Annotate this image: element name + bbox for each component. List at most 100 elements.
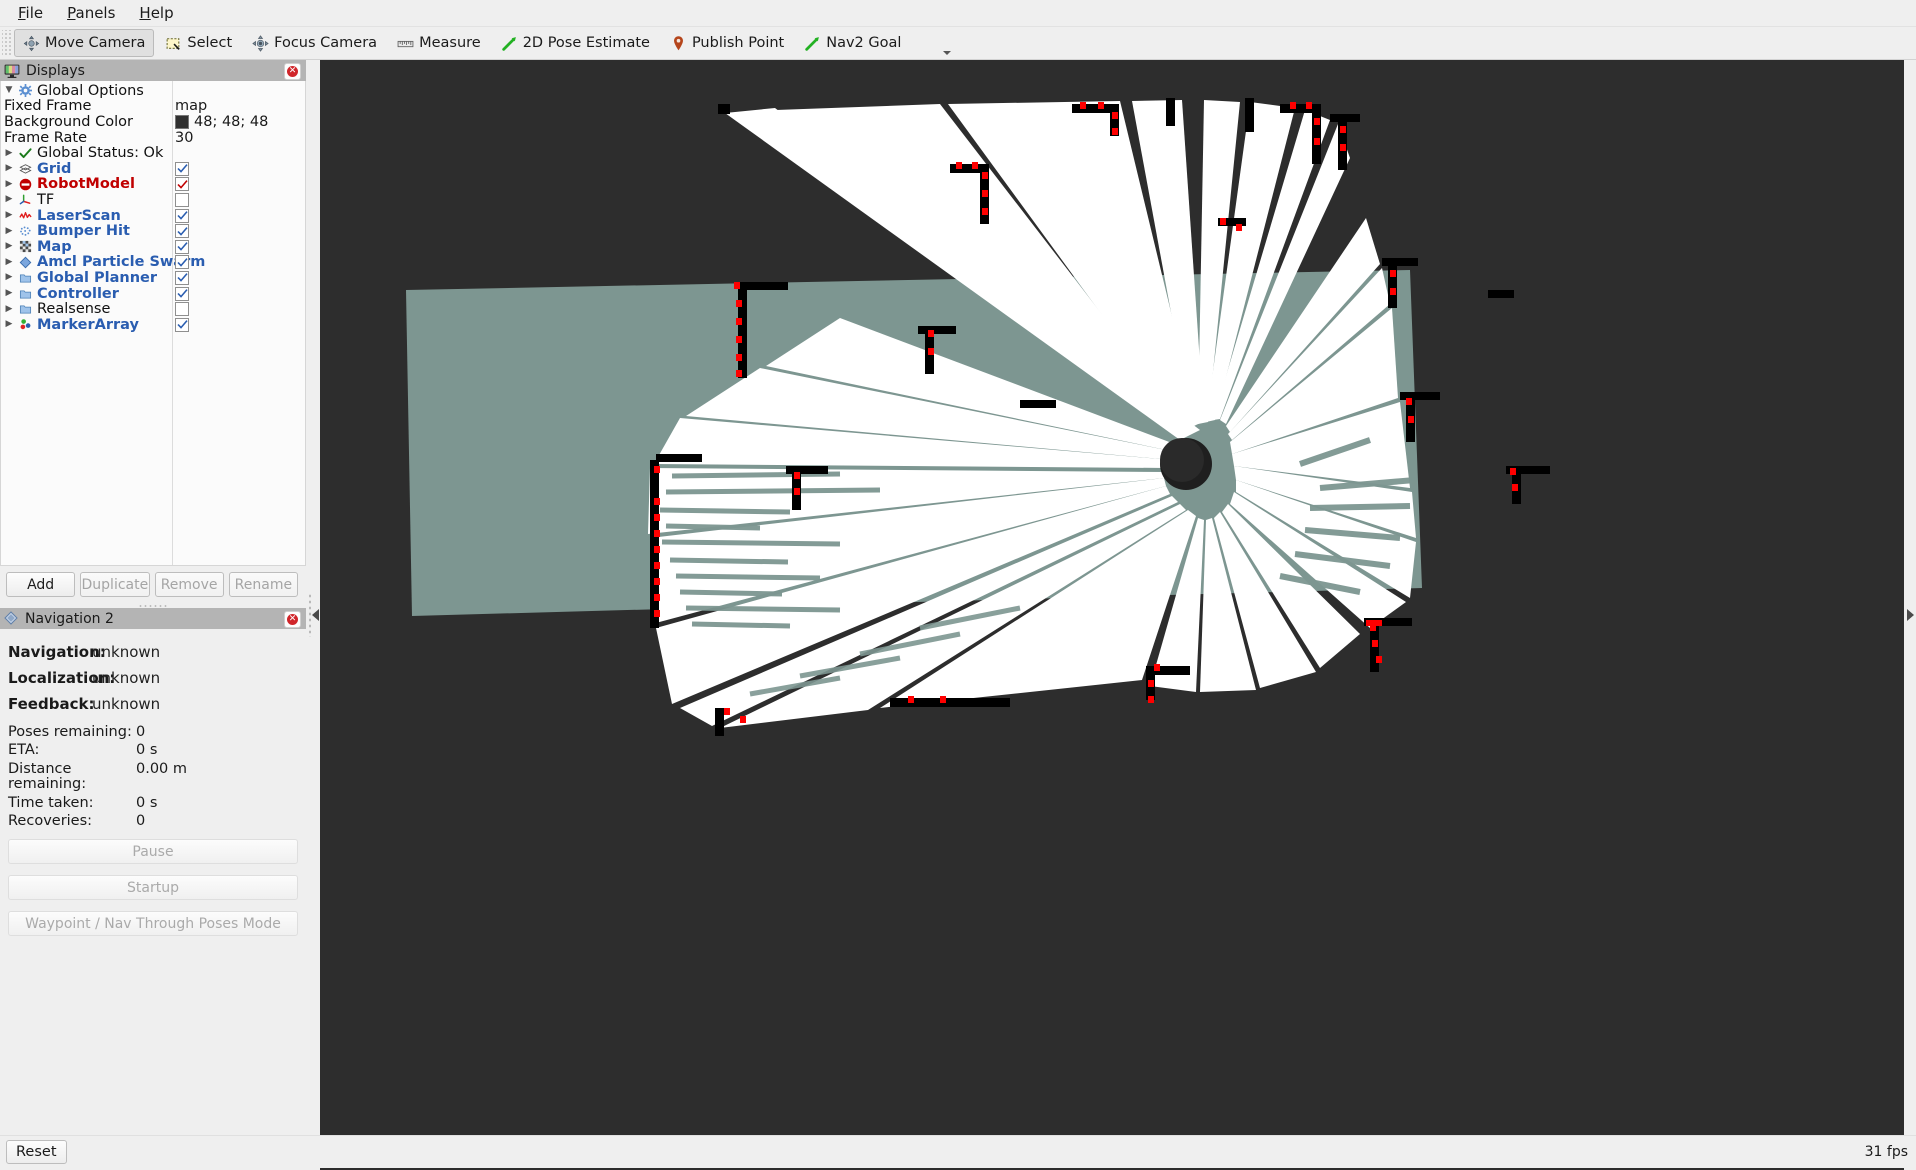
remove-display-button[interactable]: Remove (154, 572, 224, 597)
tree-item-amcl-particle-swarm[interactable]: ▶ Amcl Particle Swarm (1, 254, 305, 270)
nav-action-buttons: Pause Startup Waypoint / Nav Through Pos… (0, 833, 306, 936)
expander-closed-icon[interactable]: ▶ (1, 211, 17, 220)
tree-item-value[interactable] (175, 317, 189, 332)
expander-closed-icon[interactable]: ▶ (1, 320, 17, 329)
tree-item-value[interactable]: map (175, 98, 207, 114)
expander-closed-icon[interactable]: ▶ (1, 226, 17, 236)
tool-label: 2D Pose Estimate (522, 35, 650, 51)
tree-item-label: Global Planner (37, 269, 158, 286)
tree-item-label: TF (37, 191, 55, 208)
render-viewport[interactable] (320, 60, 1916, 1170)
waypoint-mode-button[interactable]: Waypoint / Nav Through Poses Mode (8, 911, 298, 936)
tool-nav2-goal[interactable]: Nav2 Goal (795, 29, 910, 57)
add-display-button[interactable]: Add (6, 572, 76, 597)
tree-item-value[interactable] (175, 239, 189, 254)
expander-closed-icon[interactable]: ▶ (1, 257, 17, 267)
tree-item-realsense[interactable]: ▶ Realsense (1, 301, 305, 317)
tree-item-markerarray[interactable]: ▶ MarkerArray (1, 317, 305, 333)
render-canvas[interactable] (320, 68, 1898, 1152)
tree-item-bumper-hit[interactable]: ▶ Bumper Hit (1, 223, 305, 239)
tree-item-grid[interactable]: ▶ Grid (1, 161, 305, 177)
tree-item-robotmodel[interactable]: ▶ RobotModel (1, 176, 305, 192)
tool-measure[interactable]: Measure (388, 29, 490, 57)
tree-item-value[interactable]: 30 (175, 130, 193, 146)
checkbox-unchecked[interactable] (175, 192, 189, 207)
displays-close-button[interactable]: ✕ (284, 63, 301, 80)
focus-camera-icon (252, 34, 269, 52)
tree-item-value[interactable] (175, 177, 189, 192)
tree-item-laserscan[interactable]: ▶ LaserScan (1, 208, 305, 224)
checkbox-checked[interactable] (175, 239, 189, 254)
checkbox-unchecked[interactable] (175, 302, 189, 317)
expander-closed-icon[interactable]: ▶ (1, 289, 17, 298)
color-value-text: 48; 48; 48 (194, 113, 269, 130)
checkbox-checked[interactable] (175, 255, 189, 270)
expander-closed-icon[interactable]: ▶ (1, 273, 17, 282)
tool-select[interactable]: Select (156, 29, 241, 57)
nav-status-value: unknown (92, 669, 161, 687)
tree-item-map[interactable]: ▶ Map (1, 239, 305, 255)
duplicate-display-button[interactable]: Duplicate (80, 572, 150, 597)
checkbox-checked[interactable] (175, 208, 189, 223)
startup-button[interactable]: Startup (8, 875, 298, 900)
remove-tool-button[interactable] (931, 30, 956, 59)
checkbox-checked[interactable] (175, 286, 189, 301)
tree-item-value[interactable]: 48; 48; 48 (175, 114, 268, 130)
tree-item-global-status[interactable]: ▶ Global Status: Ok (1, 145, 305, 161)
menu-item-help[interactable]: Help (127, 1, 185, 25)
expander-closed-icon[interactable]: ▶ (1, 179, 17, 189)
expander-closed-icon[interactable]: ▶ (1, 148, 17, 158)
toolbar-grip[interactable] (2, 30, 11, 56)
pause-button[interactable]: Pause (8, 839, 298, 864)
nav-stat-value: 0.00 m (136, 760, 188, 777)
tree-item-fixed-frame[interactable]: Fixed Frame map (1, 98, 305, 115)
checkbox-checked[interactable] (175, 177, 189, 192)
tree-item-global-planner[interactable]: ▶ Global Planner (1, 270, 305, 286)
tree-item-label: LaserScan (37, 207, 121, 224)
chevron-down-icon[interactable] (943, 51, 952, 55)
expander-closed-icon[interactable]: ▶ (1, 195, 17, 204)
navigation-close-button[interactable]: ✕ (284, 611, 301, 628)
tree-item-value[interactable] (175, 161, 189, 176)
tool-publish-point[interactable]: Publish Point (661, 29, 793, 57)
right-dock-collapse-handle[interactable] (1904, 60, 1916, 1170)
checkbox-checked[interactable] (175, 224, 189, 239)
tree-item-background-color[interactable]: Background Color 48; 48; 48 (1, 114, 305, 130)
nav-stat-key: Poses remaining: (8, 723, 132, 740)
tree-item-global-options[interactable]: ▼ Global Options (1, 83, 305, 99)
nav-stat-value: 0 s (136, 742, 158, 758)
chevron-right-icon[interactable] (1906, 609, 1914, 621)
expander-open-icon[interactable]: ▼ (1, 86, 17, 95)
tree-item-tf[interactable]: ▶ TF (1, 192, 305, 208)
tree-item-value[interactable] (175, 302, 189, 317)
tree-item-value[interactable] (175, 192, 189, 207)
tree-item-label: Fixed Frame (4, 98, 92, 115)
tool-focus-camera[interactable]: Focus Camera (243, 29, 386, 57)
displays-tree[interactable]: ▼ Global Options Fixed Frame map Backgro… (0, 81, 306, 566)
map-grid-icon (17, 239, 34, 254)
tree-item-value[interactable] (175, 224, 189, 239)
add-tool-button[interactable] (911, 30, 936, 63)
menu-item-panels[interactable]: Panels (55, 1, 127, 25)
tree-item-frame-rate[interactable]: Frame Rate 30 (1, 130, 305, 146)
tree-item-value[interactable] (175, 208, 189, 223)
tree-item-value[interactable] (175, 270, 189, 285)
tool-label: Select (187, 35, 233, 51)
tool-2d-pose-estimate[interactable]: 2D Pose Estimate (492, 29, 659, 57)
checkbox-checked[interactable] (175, 317, 189, 332)
tool-move-camera[interactable]: Move Camera (14, 29, 155, 57)
checkbox-checked[interactable] (175, 270, 189, 285)
chevron-left-icon[interactable] (311, 609, 319, 621)
checkbox-checked[interactable] (175, 161, 189, 176)
expander-closed-icon[interactable]: ▶ (1, 242, 17, 251)
rename-display-button[interactable]: Rename (228, 572, 298, 597)
menu-item-file[interactable]: File (6, 1, 55, 25)
expander-closed-icon[interactable]: ▶ (1, 164, 17, 173)
left-dock-collapse-handle[interactable] (306, 60, 320, 1170)
nav-status-value: unknown (92, 643, 161, 661)
tree-item-controller[interactable]: ▶ Controller (1, 286, 305, 302)
tree-item-value[interactable] (175, 286, 189, 301)
reset-button[interactable]: Reset (6, 1140, 67, 1164)
tree-item-value[interactable] (175, 255, 189, 270)
expander-closed-icon[interactable]: ▶ (1, 304, 17, 314)
